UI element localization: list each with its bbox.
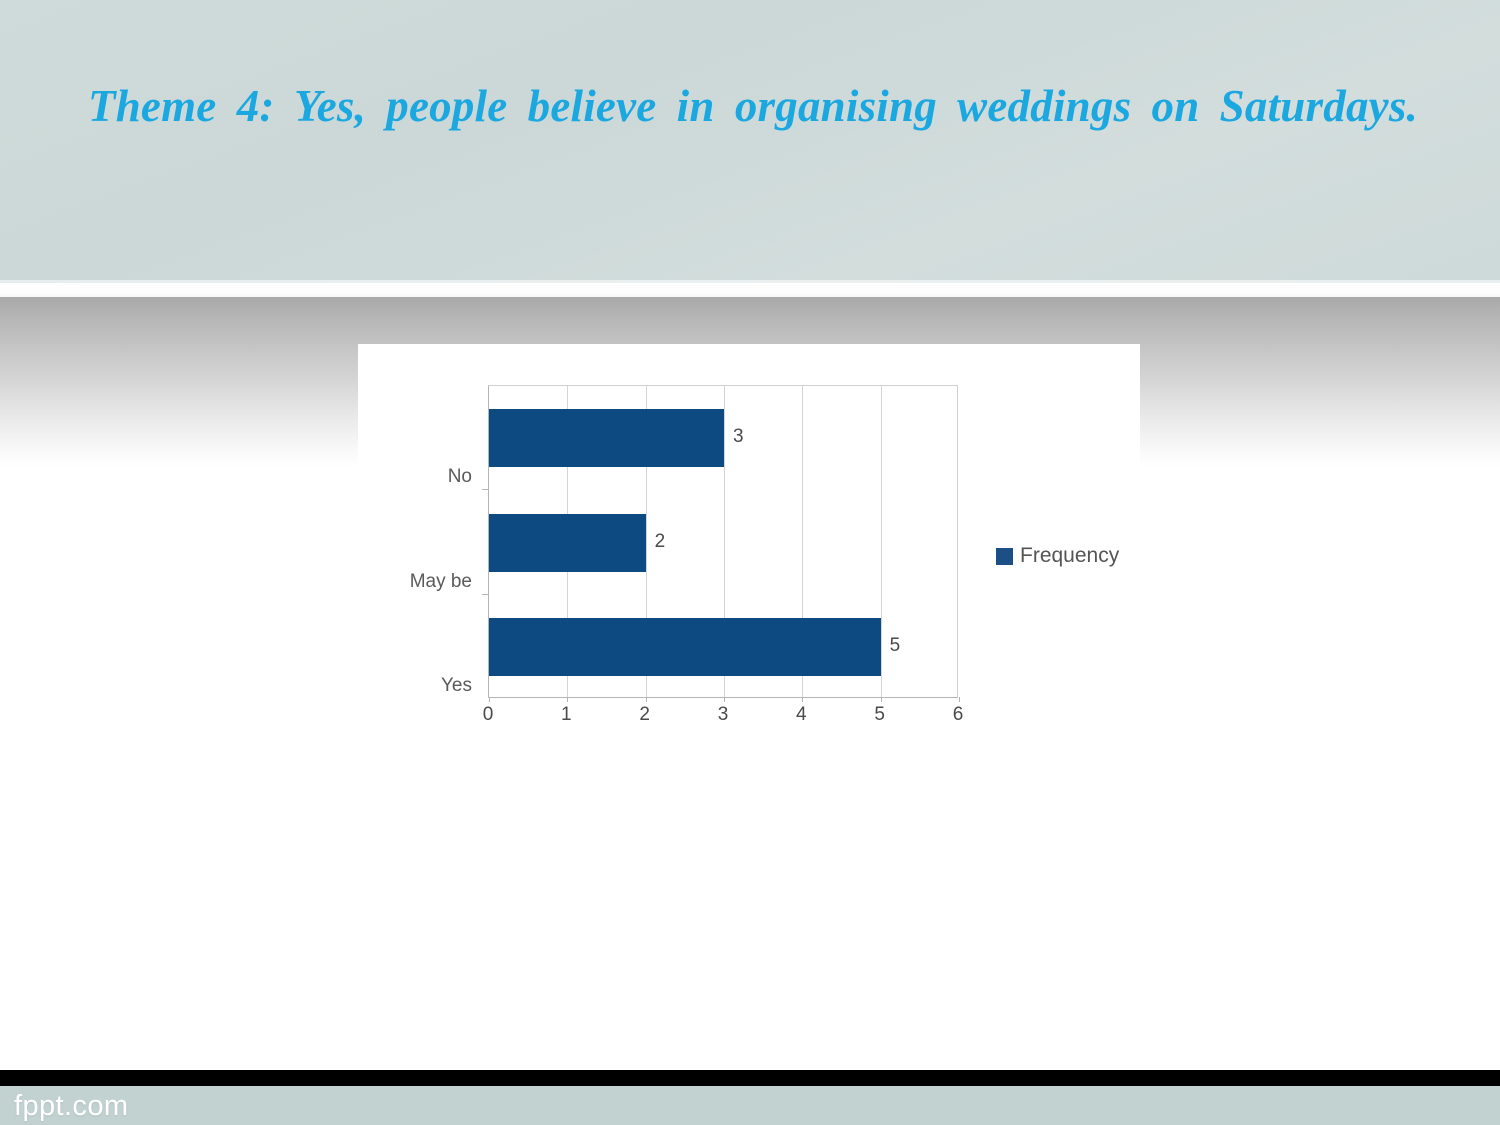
chart-gridline (880, 386, 882, 697)
chart-category-tick (482, 593, 488, 595)
chart-x-tick (645, 697, 647, 702)
chart-x-tick-label: 4 (796, 704, 807, 725)
footer-band (0, 1086, 1500, 1125)
header-white-strip (0, 283, 1500, 297)
slide-canvas: Theme 4: Yes, people believe in organisi… (0, 0, 1500, 1125)
chart-x-tick (880, 697, 882, 702)
chart-category-axis: No May be Yes (358, 385, 480, 698)
chart-bar (489, 513, 646, 572)
chart-category-label: May be (409, 570, 472, 592)
chart-plot-area: 3 2 5 (488, 385, 960, 702)
chart-data-label: 5 (889, 634, 901, 656)
watermark-fppt: fppt.com (14, 1090, 129, 1122)
chart-x-tick-label: 5 (874, 704, 885, 725)
legend-swatch-icon (996, 547, 1013, 565)
chart-x-tick-label: 6 (952, 704, 964, 725)
chart-category-label: Yes (441, 674, 472, 696)
chart-plot-wrap: 3 2 5 (482, 385, 960, 702)
page-title: Theme 4: Yes, people believe in organisi… (88, 81, 1418, 131)
chart-x-tick (802, 697, 804, 702)
chart-data-label: 3 (733, 426, 744, 448)
chart-bar (489, 617, 881, 676)
chart-x-tick-label: 1 (561, 704, 572, 725)
chart-x-tick (489, 697, 490, 702)
chart-x-tick (724, 697, 725, 702)
chart-x-tick (959, 697, 960, 702)
chart-x-tick-label: 3 (717, 704, 729, 725)
chart-x-tick-label: 0 (482, 704, 494, 725)
legend-label-frequency: Frequency (1020, 544, 1120, 567)
chart-data-label: 2 (654, 530, 666, 552)
chart-category-label: No (447, 466, 472, 488)
chart-bar (489, 409, 724, 468)
chart-category-tick (482, 489, 488, 491)
chart-legend: Frequency (996, 544, 1119, 568)
chart-x-tick (567, 697, 569, 702)
chart-value-axis: 0 1 2 3 4 5 6 (483, 704, 964, 734)
chart-image: No May be Yes 3 2 5 0 1 2 3 4 5 6 Frequency (358, 344, 1140, 774)
chart-x-tick-label: 2 (639, 704, 650, 725)
footer-black-bar (0, 1070, 1500, 1086)
